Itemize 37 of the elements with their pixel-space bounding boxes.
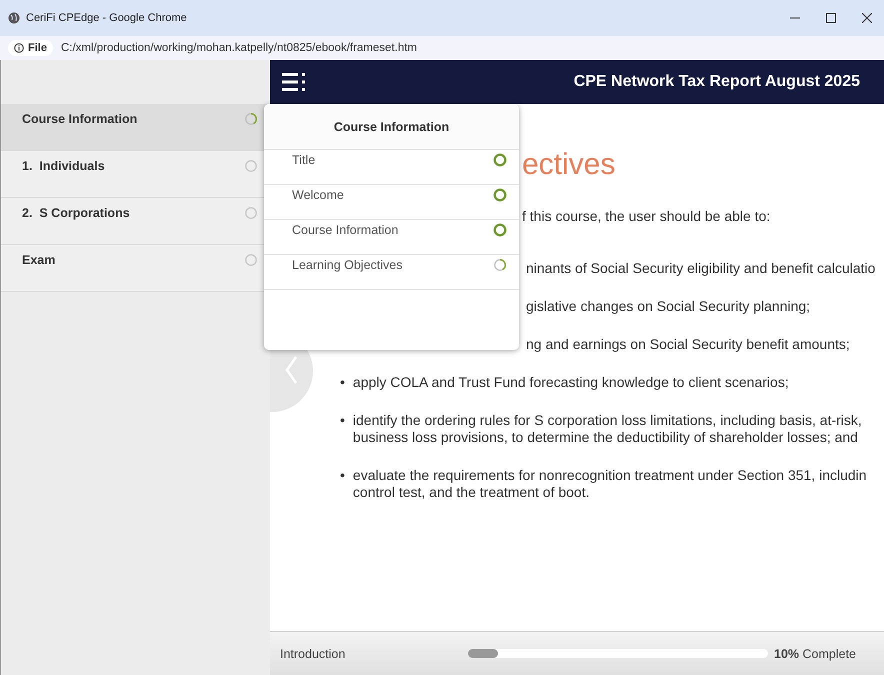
progress-reading: 10% Complete: [774, 646, 856, 660]
objective-text: ng and earnings on Social Security benefit amounts;: [526, 336, 850, 353]
objective-text: identify the ordering rules for S corporation loss limitations, including basis, at-risk, business loss provisions, to determine the deductibility of shareholder losses; and: [352, 412, 862, 446]
outline-item[interactable]: Course Information: [264, 220, 519, 255]
bullet-marker: •: [340, 374, 345, 391]
site-info-chip[interactable]: File: [8, 40, 53, 56]
partial-ring-icon: [244, 112, 258, 126]
empty-ring-icon: [244, 253, 258, 267]
popup-title: Course Information: [264, 104, 519, 150]
window-title: CeriFi CPEdge - Google Chrome: [26, 12, 188, 24]
course-title: CPE Network Tax Report August 2025: [574, 73, 860, 91]
info-icon: [14, 43, 24, 53]
empty-ring-icon: [244, 206, 258, 220]
complete-ring-icon: [493, 188, 507, 202]
complete-ring-icon: [493, 153, 507, 167]
partial-ring-icon: [493, 258, 507, 272]
close-icon[interactable]: [862, 13, 872, 23]
url-text[interactable]: C:/xml/production/working/mohan.katpelly/nt0825/ebook/frameset.htm: [60, 42, 417, 54]
objective-text: apply COLA and Trust Fund forecasting knowledge to client scenarios;: [352, 374, 789, 391]
outline-item[interactable]: Title: [264, 150, 519, 185]
maximize-icon[interactable]: [826, 13, 836, 23]
section-label: Introduction: [280, 646, 346, 660]
intro-text: f this course, the user should be able to:: [522, 208, 770, 225]
page-heading: ectives: [522, 147, 616, 183]
objective-text: ninants of Social Security eligibility and benefit calculatio: [526, 260, 876, 277]
globe-icon: [8, 12, 20, 24]
objective-text: evaluate the requirements for nonrecognition treatment under Section 351, includin control test, and the treatment of boot.: [352, 467, 867, 501]
chevron-left-icon: [284, 354, 300, 384]
objective-text: gislative changes on Social Security planning;: [526, 298, 810, 315]
complete-ring-icon: [493, 223, 507, 237]
bullet-marker: •: [340, 412, 345, 430]
outline-item[interactable]: Learning Objectives: [264, 255, 519, 290]
menu-icon[interactable]: [282, 73, 306, 91]
outline-item[interactable]: Welcome: [264, 185, 519, 220]
bullet-marker: •: [340, 467, 345, 485]
empty-ring-icon: [244, 159, 258, 173]
sidebar-item[interactable]: Course Information: [1, 104, 270, 151]
